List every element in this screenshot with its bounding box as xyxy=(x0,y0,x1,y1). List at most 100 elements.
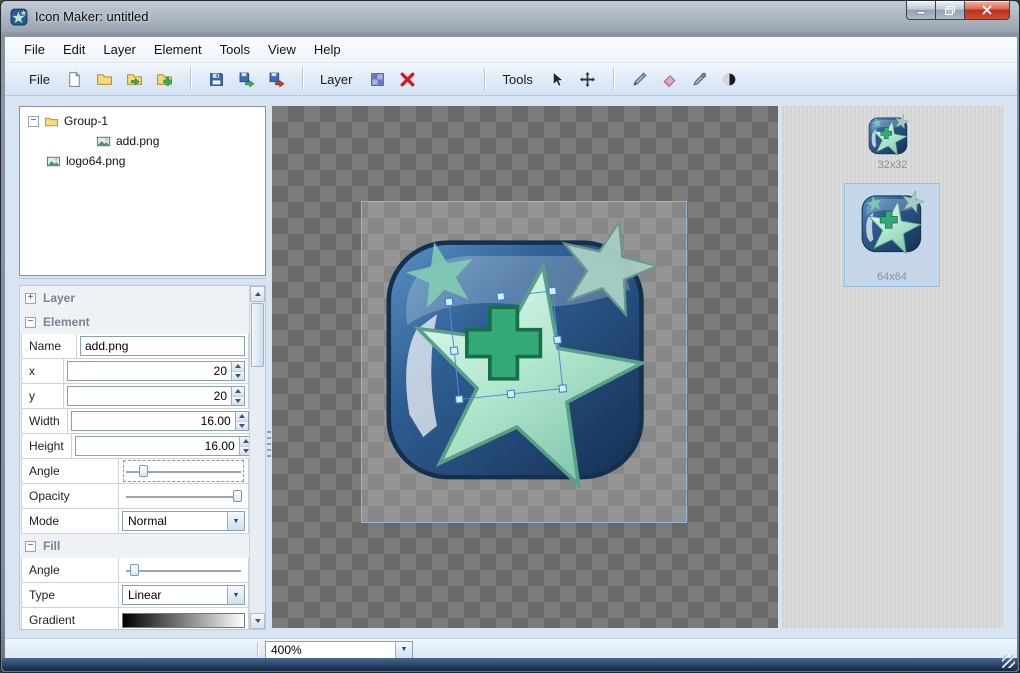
delete-layer-button[interactable] xyxy=(394,66,420,92)
preview-32-thumbnail[interactable] xyxy=(867,114,911,158)
select-tool-button[interactable] xyxy=(545,66,571,92)
angle-slider[interactable] xyxy=(123,460,244,482)
fill-angle-label: Angle xyxy=(21,558,119,583)
spinner-down-icon xyxy=(235,421,248,430)
statusbar: 400% ▼ xyxy=(5,638,1017,660)
layer-group-label: Layer xyxy=(319,71,353,87)
properties-scrollbar[interactable] xyxy=(249,286,265,629)
section-layer[interactable]: + Layer xyxy=(21,286,249,310)
expand-icon[interactable]: + xyxy=(25,292,36,304)
tree-item-group[interactable]: − Group-1 xyxy=(20,111,265,131)
preview-32-art xyxy=(867,114,911,158)
editor-canvas[interactable] xyxy=(272,106,778,628)
slider-thumb[interactable] xyxy=(129,564,139,576)
spinner-down-icon xyxy=(232,371,244,380)
export-green-icon xyxy=(240,72,255,87)
scroll-up-icon[interactable] xyxy=(250,286,265,302)
eraser-tool-button[interactable] xyxy=(657,66,683,92)
y-spinner[interactable] xyxy=(231,387,244,405)
minimize-button[interactable] xyxy=(906,1,936,20)
save-icon xyxy=(210,72,224,86)
menu-file[interactable]: File xyxy=(15,37,54,62)
layer-selection-box[interactable] xyxy=(361,201,687,523)
layers-tree-panel[interactable]: − Group-1 add.png logo64.png xyxy=(19,106,266,276)
menu-tools[interactable]: Tools xyxy=(211,37,259,62)
resize-grip[interactable] xyxy=(1002,655,1015,668)
delete-layer-icon xyxy=(400,72,415,86)
section-element[interactable]: − Element xyxy=(21,310,249,334)
fill-angle-slider[interactable] xyxy=(125,561,242,579)
restore-button[interactable] xyxy=(936,1,965,20)
y-label: y xyxy=(21,384,64,409)
section-fill-title: Fill xyxy=(43,539,61,553)
y-field[interactable] xyxy=(68,387,231,405)
width-spinner[interactable] xyxy=(234,412,248,430)
section-fill[interactable]: − Fill xyxy=(21,534,249,558)
close-button[interactable] xyxy=(965,1,1010,20)
mode-dropdown[interactable]: Normal ▼ xyxy=(122,511,245,531)
menu-help[interactable]: Help xyxy=(305,37,350,62)
menubar: File Edit Layer Element Tools View Help xyxy=(5,37,1017,63)
open-folder-icon xyxy=(97,73,113,85)
toolbar-separator xyxy=(612,68,615,90)
minimize-icon xyxy=(916,11,926,15)
gradient-editor[interactable] xyxy=(122,612,245,628)
collapse-icon[interactable]: − xyxy=(25,316,36,328)
pen-tool-button[interactable] xyxy=(687,66,713,92)
slider-thumb[interactable] xyxy=(232,490,242,502)
name-label: Name xyxy=(21,334,77,359)
dropdown-arrow-icon[interactable]: ▼ xyxy=(395,641,412,658)
height-field[interactable] xyxy=(75,437,239,455)
property-row-fill-type: Type Linear ▼ xyxy=(21,583,249,608)
tree-item-logo64-png[interactable]: logo64.png xyxy=(20,151,265,171)
file-group-label: File xyxy=(29,71,50,87)
scrollbar-thumb[interactable] xyxy=(251,303,264,367)
scroll-down-icon[interactable] xyxy=(250,613,265,629)
tree-item-label: logo64.png xyxy=(66,154,126,168)
preview-64-thumbnail[interactable]: 64x64 xyxy=(844,183,940,287)
export-green-button[interactable] xyxy=(234,66,260,92)
collapse-icon[interactable]: − xyxy=(25,540,36,552)
property-row-angle: Angle xyxy=(21,459,249,484)
menu-element[interactable]: Element xyxy=(145,37,211,62)
open-folder-button[interactable] xyxy=(92,66,118,92)
export-red-button[interactable] xyxy=(264,66,290,92)
slider-thumb[interactable] xyxy=(139,465,149,477)
move-icon xyxy=(579,70,597,88)
element-selection-handles[interactable] xyxy=(442,284,578,416)
horizontal-splitter[interactable] xyxy=(19,278,266,285)
fill-tool-button[interactable] xyxy=(717,66,743,92)
zoom-value: 400% xyxy=(271,642,302,657)
property-row-gradient: Gradient xyxy=(21,608,249,629)
zoom-dropdown[interactable]: 400% ▼ xyxy=(265,640,413,659)
cursor-icon xyxy=(553,70,565,87)
dropdown-arrow-icon[interactable]: ▼ xyxy=(227,586,244,604)
import-folder-button[interactable] xyxy=(122,66,148,92)
preview-panel: 32x32 64x64 xyxy=(782,106,1003,628)
import-folder-icon xyxy=(127,73,143,85)
fill-type-value: Linear xyxy=(128,588,162,602)
titlebar[interactable]: Icon Maker: untitled xyxy=(1,1,1019,34)
opacity-slider[interactable] xyxy=(125,487,242,505)
new-file-button[interactable] xyxy=(62,66,88,92)
fill-type-dropdown[interactable]: Linear ▼ xyxy=(122,585,245,605)
dropdown-arrow-icon[interactable]: ▼ xyxy=(227,512,244,530)
menu-layer[interactable]: Layer xyxy=(94,37,145,62)
property-row-y: y xyxy=(21,384,249,409)
menu-view[interactable]: View xyxy=(259,37,305,62)
pencil-tool-button[interactable] xyxy=(627,66,653,92)
save-button[interactable] xyxy=(204,66,230,92)
new-layer-icon xyxy=(371,72,384,86)
move-tool-button[interactable] xyxy=(575,66,601,92)
x-spinner[interactable] xyxy=(231,362,244,380)
menu-edit[interactable]: Edit xyxy=(54,37,94,62)
collapse-icon[interactable]: − xyxy=(28,115,39,127)
tree-item-add-png[interactable]: add.png xyxy=(20,131,265,151)
spinner-up-icon xyxy=(232,362,244,372)
add-folder-button[interactable] xyxy=(152,66,178,92)
tree-item-label: add.png xyxy=(116,134,160,148)
x-field[interactable] xyxy=(68,362,231,380)
new-layer-button[interactable] xyxy=(364,66,390,92)
name-field[interactable] xyxy=(81,337,244,355)
width-field[interactable] xyxy=(71,412,235,430)
